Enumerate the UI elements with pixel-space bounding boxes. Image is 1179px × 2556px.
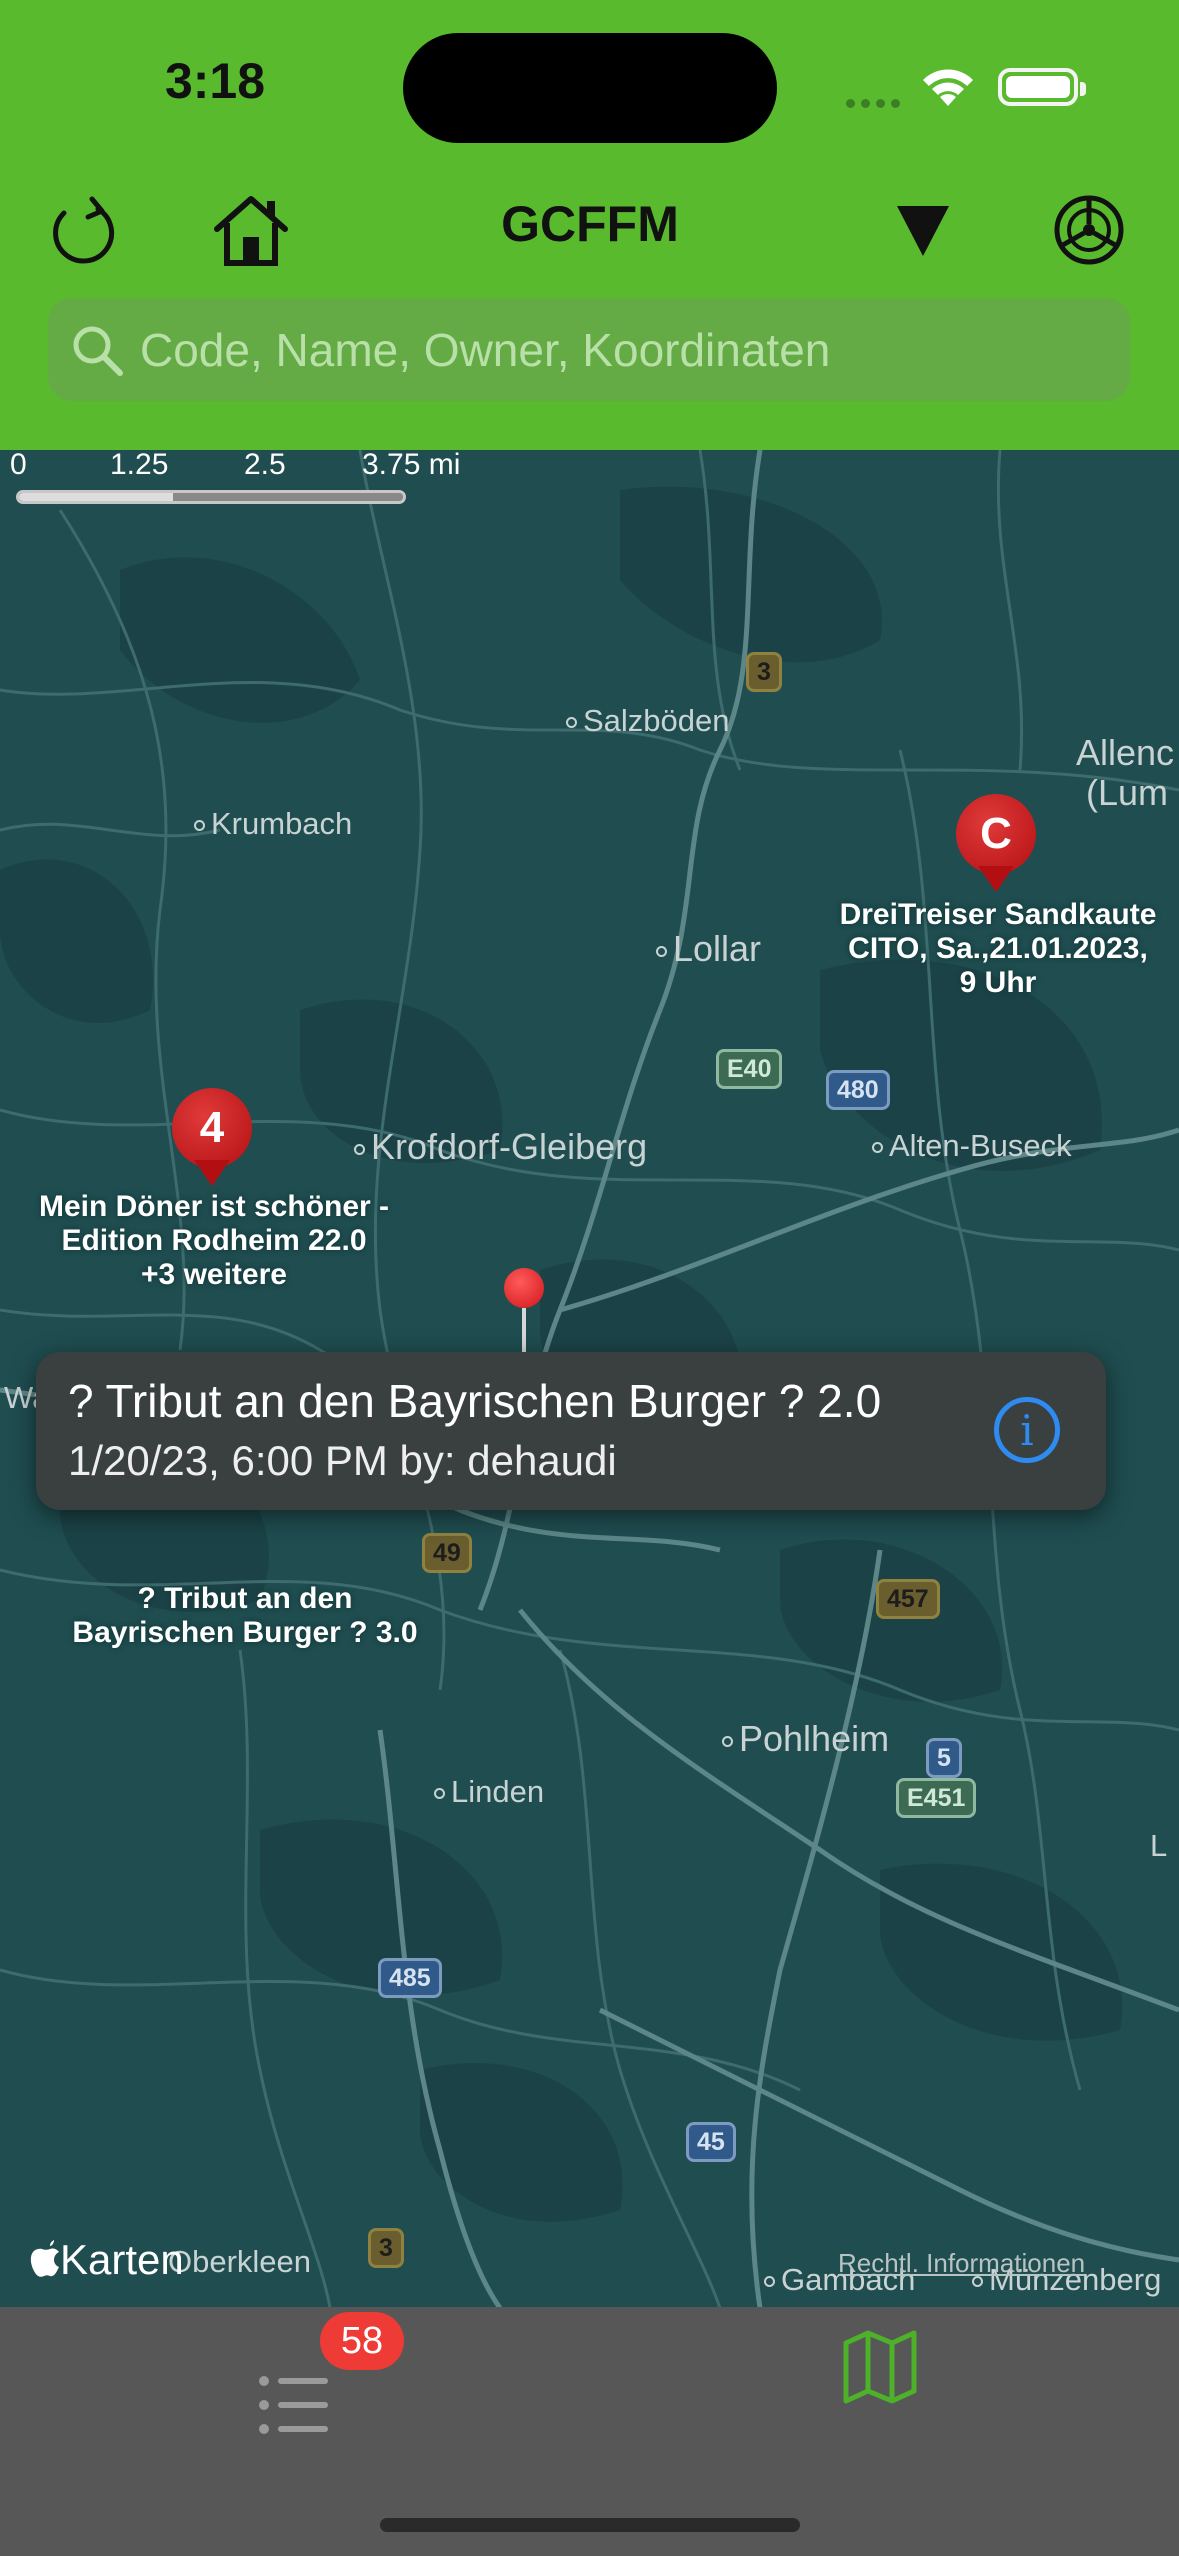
- road-shield-5: 5: [926, 1738, 962, 1778]
- place-lollar: Lollar: [656, 928, 761, 970]
- scale-label-3: 3.75 mi: [362, 448, 461, 481]
- cluster-count: 4: [172, 1088, 252, 1168]
- road-shield-e451: E451: [896, 1778, 977, 1818]
- search-icon: [73, 326, 123, 376]
- map-icon: [843, 2330, 917, 2404]
- road-shield-485: 485: [378, 1958, 442, 1998]
- place-salzboeden: Salzböden: [566, 703, 730, 739]
- scale-bar: [16, 490, 406, 504]
- place-oberkleen: Oberkleen: [168, 2244, 312, 2279]
- road-shield-49: 49: [422, 1533, 472, 1573]
- place-l: L: [1150, 1828, 1168, 1863]
- filter-icon: [897, 206, 949, 256]
- place-pohlheim: Pohlheim: [722, 1718, 889, 1760]
- list-icon: [259, 2376, 328, 2434]
- place-linden: Linden: [434, 1774, 544, 1810]
- cluster-cache-label: Mein Döner ist schöner - Edition Rodheim…: [38, 1190, 390, 1291]
- home-indicator: [380, 2518, 800, 2532]
- list-count-badge: 58: [320, 2312, 404, 2370]
- legal-info-link[interactable]: Rechtl. Informationen: [838, 2248, 1085, 2279]
- place-allendorf-2: (Lum: [1086, 772, 1169, 813]
- road-shield-45: 45: [686, 2122, 736, 2162]
- selected-location-pin[interactable]: [504, 1268, 544, 1358]
- callout-subtitle: 1/20/23, 6:00 PM by: dehaudi: [68, 1437, 617, 1484]
- scale-label-0: 0: [10, 448, 27, 481]
- cellular-signal-icon: [846, 95, 906, 113]
- place-krumbach: Krumbach: [194, 806, 352, 842]
- place-krofdorf-gleiberg: Krofdorf-Gleiberg: [354, 1126, 647, 1168]
- scale-label-2: 2.5: [244, 448, 286, 481]
- cluster-cache-pin[interactable]: 4: [172, 1088, 252, 1186]
- search-bar[interactable]: [48, 298, 1130, 401]
- refresh-button[interactable]: [38, 185, 128, 275]
- cache-callout[interactable]: ? Tribut an den Bayrischen Burger ? 2.0 …: [36, 1352, 1106, 1510]
- road-shield-457: 457: [876, 1579, 940, 1619]
- cito-cache-pin[interactable]: C: [956, 794, 1036, 892]
- road-shield-3: 3: [746, 652, 782, 692]
- home-button[interactable]: [206, 185, 296, 275]
- filter-button[interactable]: [878, 185, 968, 275]
- road-shield-480: 480: [826, 1070, 890, 1110]
- wifi-icon: [923, 69, 973, 106]
- settings-button[interactable]: [1044, 185, 1134, 275]
- steering-wheel-icon: [1054, 195, 1124, 265]
- cito-pin-letter: C: [956, 794, 1036, 874]
- dynamic-island: [403, 33, 777, 143]
- place-alten-buseck: Alten-Buseck: [872, 1128, 1072, 1164]
- place-allendorf: Allenc: [1076, 732, 1175, 773]
- app-title: GCFFM: [501, 196, 679, 252]
- callout-title: ? Tribut an den Bayrischen Burger ? 2.0: [68, 1375, 882, 1427]
- apple-logo-icon: [30, 2240, 59, 2277]
- road-shield-3-south: 3: [368, 2228, 404, 2268]
- status-time: 3:18: [164, 53, 266, 109]
- app-header: 3:18 GCFFM: [0, 0, 1179, 450]
- refresh-icon: [53, 196, 115, 264]
- search-input[interactable]: [140, 322, 1130, 377]
- home-icon: [214, 196, 288, 266]
- info-icon[interactable]: i: [994, 1397, 1060, 1463]
- tab-map[interactable]: [840, 2327, 920, 2412]
- maps-attribution: Karten: [28, 2236, 184, 2284]
- cito-cache-label: DreiTreiser Sandkaute CITO, Sa.,21.01.20…: [839, 898, 1157, 999]
- burger-cache-label: ? Tribut an den Bayrischen Burger ? 3.0: [72, 1582, 418, 1649]
- road-shield-e40: E40: [716, 1049, 783, 1089]
- scale-label-1: 1.25: [110, 448, 169, 481]
- battery-icon: [998, 68, 1086, 106]
